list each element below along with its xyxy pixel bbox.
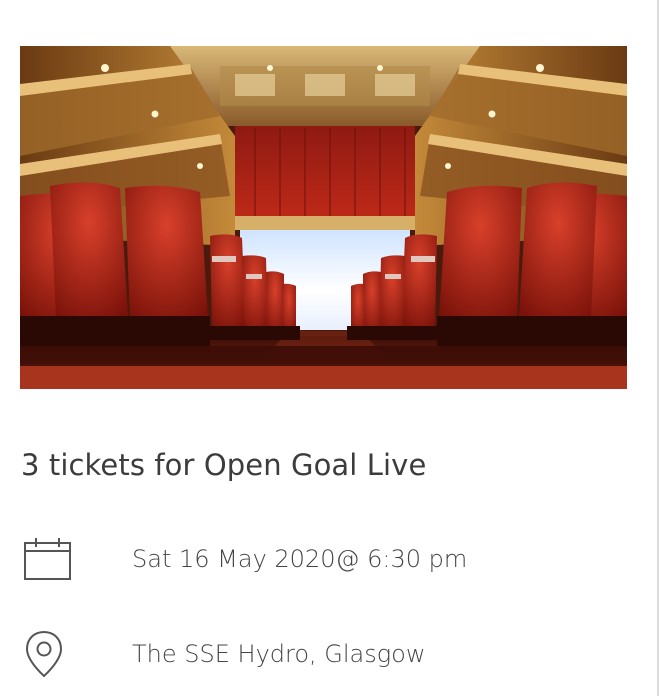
event-venue: The SSE Hydro, Glasgow: [132, 640, 426, 668]
event-venue-row: The SSE Hydro, Glasgow: [24, 630, 425, 678]
event-title[interactable]: 3 tickets for Open Goal Live: [21, 448, 426, 482]
calendar-icon: [24, 535, 72, 583]
event-date: Sat 16 May 2020@ 6:30 pm: [132, 545, 468, 573]
event-image[interactable]: [20, 46, 627, 389]
map-pin-icon: [24, 630, 72, 678]
event-date-row: Sat 16 May 2020@ 6:30 pm: [24, 535, 467, 583]
